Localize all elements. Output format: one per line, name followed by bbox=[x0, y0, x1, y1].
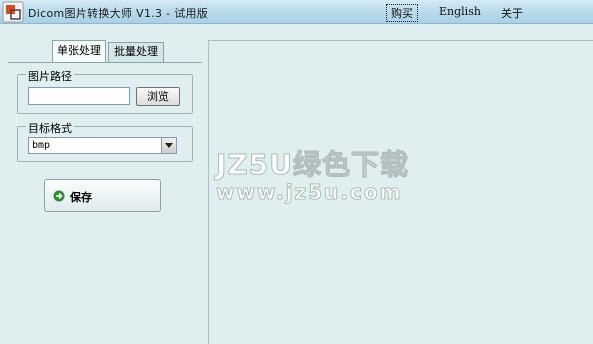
image-path-legend: 图片路径 bbox=[26, 68, 74, 84]
target-format-legend: 目标格式 bbox=[26, 120, 74, 136]
watermark-url: www.jz5u.com bbox=[215, 180, 403, 205]
target-format-group: 目标格式 bmp bbox=[17, 120, 193, 162]
format-select[interactable]: bmp bbox=[28, 137, 177, 154]
tab-divider bbox=[8, 62, 202, 63]
tab-single[interactable]: 单张处理 bbox=[52, 40, 106, 62]
watermark-text: JZ5U绿色下载 bbox=[216, 148, 409, 182]
chevron-down-icon bbox=[165, 143, 173, 148]
save-button[interactable]: 保存 bbox=[44, 179, 161, 212]
title-bar[interactable]: Dicom图片转换大师 V1.3 - 试用版 购买 English 关于 bbox=[0, 0, 593, 24]
save-label: 保存 bbox=[70, 191, 92, 204]
app-logo-icon bbox=[2, 1, 24, 23]
browse-button[interactable]: 浏览 bbox=[136, 87, 180, 106]
image-path-input[interactable] bbox=[28, 87, 130, 105]
image-path-group: 图片路径 浏览 bbox=[17, 68, 193, 114]
tab-batch[interactable]: 批量处理 bbox=[108, 42, 164, 62]
format-dropdown-button[interactable] bbox=[161, 138, 176, 153]
menu-english[interactable]: English bbox=[439, 5, 481, 18]
menu-buy[interactable]: 购买 bbox=[386, 4, 418, 22]
window-title: Dicom图片转换大师 V1.3 - 试用版 bbox=[28, 7, 209, 20]
menu-about[interactable]: 关于 bbox=[501, 5, 523, 21]
green-arrow-icon bbox=[53, 190, 65, 202]
format-selected-value: bmp bbox=[32, 140, 51, 151]
